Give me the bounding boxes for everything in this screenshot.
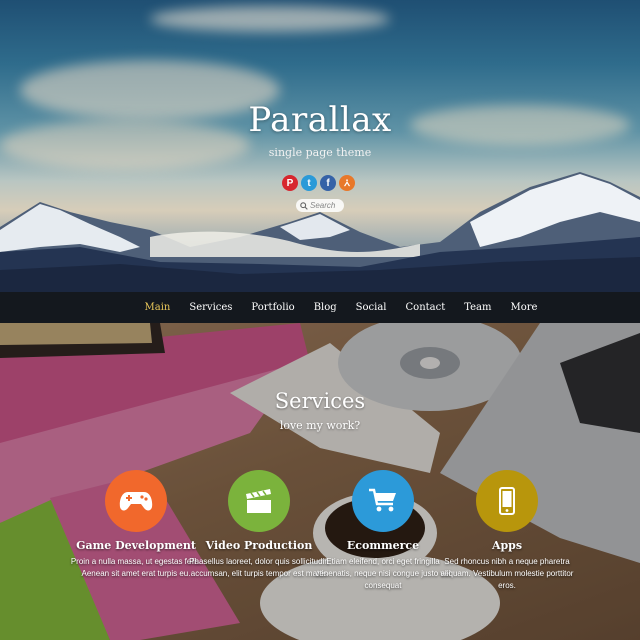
search-input[interactable]: [308, 201, 344, 210]
hero-section: Parallax single page theme P t f ⩑: [0, 0, 640, 292]
social-icons: P t f ⩑: [282, 175, 355, 191]
rss-icon[interactable]: ⩑: [339, 175, 355, 191]
pinterest-icon[interactable]: P: [282, 175, 298, 191]
cloud: [150, 6, 390, 32]
service-icon-circle[interactable]: [352, 470, 414, 532]
section-title: Services: [274, 389, 366, 413]
section-subtitle: love my work?: [279, 419, 361, 432]
clapperboard-icon: [246, 489, 271, 513]
gamepad-icon: [119, 492, 153, 511]
nav-item-more[interactable]: More: [511, 302, 538, 313]
nav-item-team[interactable]: Team: [464, 302, 491, 313]
shopping-cart-icon: [369, 488, 396, 512]
service-icon-circle[interactable]: [476, 470, 538, 532]
nav-item-main[interactable]: Main: [145, 302, 171, 313]
service-title: Apps: [491, 539, 523, 552]
facebook-icon[interactable]: f: [320, 175, 336, 191]
nav-item-social[interactable]: Social: [356, 302, 387, 313]
nav-item-portfolio[interactable]: Portfolio: [251, 302, 294, 313]
main-navigation: Main Services Portfolio Blog Social Cont…: [0, 292, 640, 323]
mobile-phone-icon: [499, 487, 515, 515]
search-icon: [300, 201, 308, 210]
service-card: Apps Sed rhoncus nibh a neque pharetra a…: [432, 470, 582, 592]
nav-item-contact[interactable]: Contact: [406, 302, 446, 313]
service-icon-circle[interactable]: [228, 470, 290, 532]
search-box: [296, 199, 344, 212]
mountain-range: [0, 172, 640, 292]
site-title: Parallax: [248, 100, 392, 140]
services-section: Services love my work? Game Development …: [0, 323, 640, 640]
service-description: Sed rhoncus nibh a neque pharetra aliqua…: [440, 557, 574, 590]
nav-item-services[interactable]: Services: [189, 302, 232, 313]
site-tagline: single page theme: [268, 146, 372, 159]
nav-item-blog[interactable]: Blog: [314, 302, 337, 313]
twitter-icon[interactable]: t: [301, 175, 317, 191]
service-icon-circle[interactable]: [105, 470, 167, 532]
